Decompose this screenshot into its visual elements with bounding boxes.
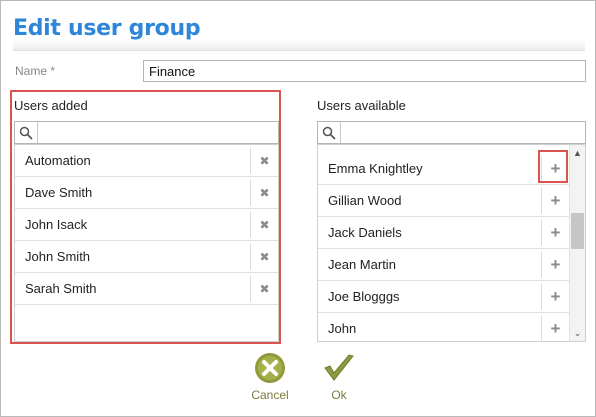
ok-button[interactable]: Ok (319, 351, 359, 402)
user-name: Sarah Smith (25, 281, 97, 296)
remove-user-button[interactable]: ✖ (250, 148, 278, 174)
user-name: Gillian Wood (328, 193, 402, 208)
user-name: Joe Blogggs (328, 289, 400, 304)
users-added-label: Users added (14, 98, 88, 113)
users-added-search-input[interactable] (38, 122, 278, 143)
user-name: Automation (25, 153, 91, 168)
users-available-scrollbar[interactable]: ▲ ⌄ (569, 145, 585, 341)
plus-icon: + (550, 255, 561, 274)
search-icon (318, 122, 341, 143)
users-available-row: Jack Daniels + (318, 217, 569, 249)
close-icon: ✖ (259, 218, 270, 232)
remove-user-button[interactable]: ✖ (250, 276, 278, 302)
add-user-button[interactable]: + (541, 316, 569, 341)
ok-label: Ok (331, 388, 347, 402)
users-added-row: Dave Smith ✖ (15, 177, 278, 209)
users-available-label: Users available (317, 98, 406, 113)
page-title: Edit user group (13, 16, 201, 41)
users-added-row: John Smith ✖ (15, 241, 278, 273)
close-icon: ✖ (259, 250, 270, 264)
add-user-button[interactable]: + (541, 188, 569, 214)
user-name: Emma Knightley (328, 161, 423, 176)
user-name: Jean Martin (328, 257, 396, 272)
users-available-search[interactable] (317, 121, 586, 144)
users-available-row: John + (318, 313, 569, 341)
close-icon: ✖ (259, 282, 270, 296)
users-added-row: John Isack ✖ (15, 209, 278, 241)
users-added-row: Automation ✖ (15, 145, 278, 177)
close-icon: ✖ (259, 186, 270, 200)
cancel-button[interactable]: Cancel (248, 351, 292, 402)
add-button-highlight (538, 150, 568, 183)
name-label: Name * (15, 64, 56, 78)
plus-icon: + (550, 319, 561, 338)
users-available-row: Joe Blogggs + (318, 281, 569, 313)
add-user-button[interactable]: + (541, 252, 569, 278)
user-name: John Isack (25, 217, 88, 232)
users-added-search[interactable] (14, 121, 279, 144)
user-name: Jack Daniels (328, 225, 402, 240)
check-icon (324, 354, 354, 381)
remove-user-button[interactable]: ✖ (250, 244, 278, 270)
add-user-button[interactable]: + (541, 220, 569, 246)
plus-icon: + (550, 223, 561, 242)
cancel-icon (255, 353, 285, 383)
scroll-thumb[interactable] (571, 213, 584, 249)
plus-icon: + (550, 191, 561, 210)
user-name: Dave Smith (25, 185, 93, 200)
cancel-label: Cancel (251, 388, 289, 402)
add-user-button[interactable]: + (541, 284, 569, 310)
edit-user-group-dialog: Edit user group Name * Users added Autom… (0, 0, 596, 417)
scroll-down-icon[interactable]: ⌄ (570, 326, 585, 340)
remove-user-button[interactable]: ✖ (250, 212, 278, 238)
user-name: John (328, 321, 357, 336)
users-available-row: Gillian Wood + (318, 185, 569, 217)
scroll-up-icon[interactable]: ▲ (570, 146, 585, 160)
user-name: John Smith (25, 249, 91, 264)
users-available-row: Jean Martin + (318, 249, 569, 281)
name-input[interactable] (143, 60, 586, 82)
users-available-row: Emma Knightley + (318, 153, 569, 185)
remove-user-button[interactable]: ✖ (250, 180, 278, 206)
users-added-list: Automation ✖ Dave Smith ✖ John Isack ✖ J… (14, 144, 279, 342)
users-available-search-input[interactable] (341, 122, 585, 143)
plus-icon: + (550, 287, 561, 306)
close-icon: ✖ (259, 154, 270, 168)
search-icon (15, 122, 38, 143)
users-added-row: Sarah Smith ✖ (15, 273, 278, 305)
